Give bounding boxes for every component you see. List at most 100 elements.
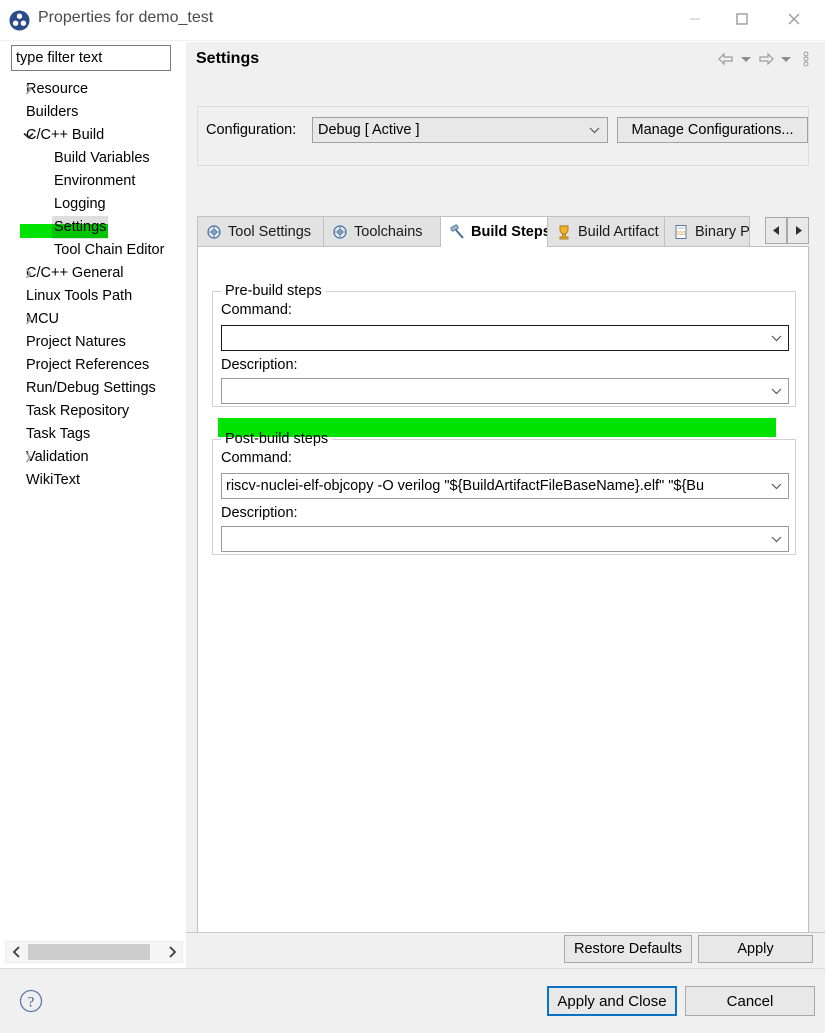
chevron-right-icon[interactable]	[20, 446, 36, 469]
settings-pane: Settings Configuration: Debug [Active]…	[186, 42, 825, 969]
tab-label: Binary P	[695, 223, 750, 240]
binary-file-icon: 010	[673, 224, 689, 240]
help-question-icon[interactable]: ?	[19, 989, 43, 1013]
forward-arrow-icon[interactable]	[755, 48, 777, 70]
tree-item-logging[interactable]: Logging	[6, 193, 184, 216]
view-menu-vertical-dots-icon[interactable]	[795, 48, 817, 70]
pre-build-description-value	[226, 379, 764, 403]
minimize-button[interactable]	[671, 0, 718, 38]
tab-scroll-prev-triangle-left-icon[interactable]	[765, 217, 787, 244]
dialog-footer: ? Apply and Close Cancel	[0, 968, 825, 1033]
scrollbar-thumb[interactable]	[28, 944, 150, 960]
restore-defaults-button[interactable]: Restore Defaults	[564, 935, 692, 963]
tab-label: Build Artifact	[578, 223, 659, 240]
chevron-down-icon	[771, 326, 782, 350]
pre-build-description-combo[interactable]	[221, 378, 789, 404]
tree-item-label: Tool Chain Editor	[54, 242, 165, 258]
close-button[interactable]	[770, 0, 817, 38]
pane-toolbar	[715, 48, 817, 70]
configuration-selected-value: Debug [ Active ]	[318, 122, 420, 138]
tree-item-run-debug-settings[interactable]: Run/Debug Settings	[6, 377, 184, 400]
tree-item-label: Run/Debug Settings	[26, 380, 156, 396]
back-dropdown-chevron-down-icon[interactable]	[739, 48, 753, 70]
tree-horizontal-scrollbar[interactable]	[5, 941, 183, 963]
configuration-dropdown[interactable]: Debug [ Active ]	[312, 117, 608, 143]
apply-button[interactable]: Apply	[698, 935, 813, 963]
page-title: Settings	[196, 50, 260, 67]
manage-configurations-button[interactable]: Manage Configurations...	[617, 117, 808, 143]
eclipse-icon	[9, 10, 30, 31]
maximize-icon	[735, 13, 748, 25]
window-title: Properties for demo_test	[38, 9, 214, 26]
tree-item-wikitext[interactable]: WikiText	[6, 469, 184, 492]
tree-item-label: C/C++ General	[26, 265, 124, 281]
tree-item-label: C/C++ Build	[26, 127, 105, 143]
post-build-description-value	[226, 527, 764, 551]
tab-build-steps[interactable]: Build Steps	[440, 216, 548, 247]
tree-item-task-tags[interactable]: Task Tags	[6, 423, 184, 446]
cancel-button[interactable]: Cancel	[685, 986, 815, 1016]
tree-item-label: Build Variables	[54, 150, 150, 166]
tree-item-validation[interactable]: Validation	[6, 446, 184, 469]
post-build-description-combo[interactable]	[221, 526, 789, 552]
properties-dialog: Properties for demo_test type filter tex…	[0, 0, 825, 1033]
pane-button-bar: Restore Defaults Apply	[186, 932, 825, 969]
svg-text:?: ?	[28, 995, 35, 1011]
tree-item-project-natures[interactable]: Project Natures	[6, 331, 184, 354]
build-settings-tabs: Tool Settings Toolchains Build Steps Build …	[197, 216, 809, 247]
svg-text:010: 010	[677, 231, 686, 237]
chevron-right-icon[interactable]	[20, 308, 36, 331]
tree-item-build-variables[interactable]: Build Variables	[6, 147, 184, 170]
chevron-right-icon[interactable]	[20, 78, 36, 101]
chevron-down-icon[interactable]	[20, 124, 36, 147]
tree-item-tool-chain-editor[interactable]: Tool Chain Editor	[6, 239, 184, 262]
tree-item-label: Task Tags	[26, 426, 91, 442]
minimize-icon	[689, 13, 701, 25]
wrench-gear-icon	[332, 224, 348, 240]
tree-item-label: Linux Tools Path	[26, 288, 133, 304]
maximize-button[interactable]	[718, 0, 765, 38]
tree-item-builders[interactable]: Builders	[6, 101, 184, 124]
tree-item-mcu[interactable]: MCU	[6, 308, 184, 331]
post-build-command-combo[interactable]: riscv-nuclei-elf-objcopy -O verilog "${B…	[221, 473, 789, 499]
build-steps-panel: Pre-build steps Command: Description: Po…	[197, 246, 809, 962]
tree-item-c-c-build[interactable]: C/C++ Build	[6, 124, 184, 147]
tab-label: Tool Settings	[228, 223, 312, 240]
pre-build-steps-group: Pre-build steps Command: Description:	[212, 283, 796, 407]
settings-tree[interactable]: Resource Builders C/C++ Build Build Variabl…	[5, 77, 185, 942]
tab-scroll-next-triangle-right-icon[interactable]	[787, 217, 809, 244]
tree-item-environment[interactable]: Environment	[6, 170, 184, 193]
tree-item-linux-tools-path[interactable]: Linux Tools Path	[6, 285, 184, 308]
pre-build-command-combo[interactable]	[221, 325, 789, 351]
configuration-label: Configuration:	[206, 122, 297, 138]
tree-item-label: Logging	[54, 196, 106, 212]
chevron-down-icon	[771, 474, 782, 498]
tree-item-c-c-general[interactable]: C/C++ General	[6, 262, 184, 285]
tab-build-artifact[interactable]: Build Artifact	[547, 216, 665, 246]
tab-toolchains[interactable]: Toolchains	[323, 216, 441, 246]
tree-item-label: Task Repository	[26, 403, 130, 419]
trophy-icon	[556, 224, 572, 240]
tree-item-resource[interactable]: Resource	[6, 78, 184, 101]
chevron-right-icon[interactable]	[162, 942, 182, 962]
forward-dropdown-chevron-down-icon[interactable]	[779, 48, 793, 70]
close-icon	[787, 12, 801, 26]
filter-input[interactable]	[11, 45, 171, 71]
tab-tool-settings[interactable]: Tool Settings	[197, 216, 324, 246]
chevron-down-icon	[771, 527, 782, 551]
highlight-marker-settings	[20, 224, 108, 238]
tree-item-task-repository[interactable]: Task Repository	[6, 400, 184, 423]
chevron-left-icon[interactable]	[6, 942, 26, 962]
tree-item-project-references[interactable]: Project References	[6, 354, 184, 377]
tree-item-label: Project References	[26, 357, 150, 373]
apply-and-close-button[interactable]: Apply and Close	[547, 986, 677, 1016]
tree-item-label: Builders	[26, 104, 79, 120]
post-build-command-label: Command:	[221, 450, 292, 466]
back-arrow-icon[interactable]	[715, 48, 737, 70]
chevron-down-icon	[771, 379, 782, 403]
chevron-down-icon	[589, 118, 600, 142]
chevron-right-icon[interactable]	[20, 262, 36, 285]
post-build-description-label: Description:	[221, 505, 298, 521]
tree-item-label: Project Natures	[26, 334, 126, 350]
tab-binary-p[interactable]: 010 Binary P	[664, 216, 750, 246]
